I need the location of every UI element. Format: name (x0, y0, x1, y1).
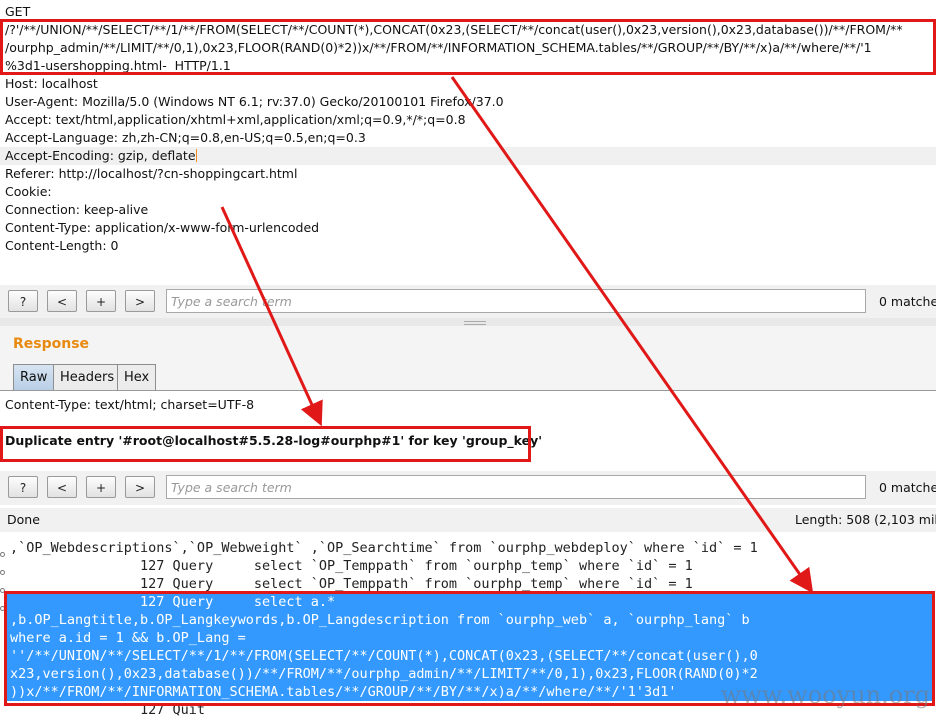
annotation-arrows (220, 76, 814, 594)
arrow-to-error-icon (220, 206, 323, 427)
arrow-to-log-icon (450, 76, 814, 594)
watermark: www.wooyun.org (720, 681, 930, 709)
